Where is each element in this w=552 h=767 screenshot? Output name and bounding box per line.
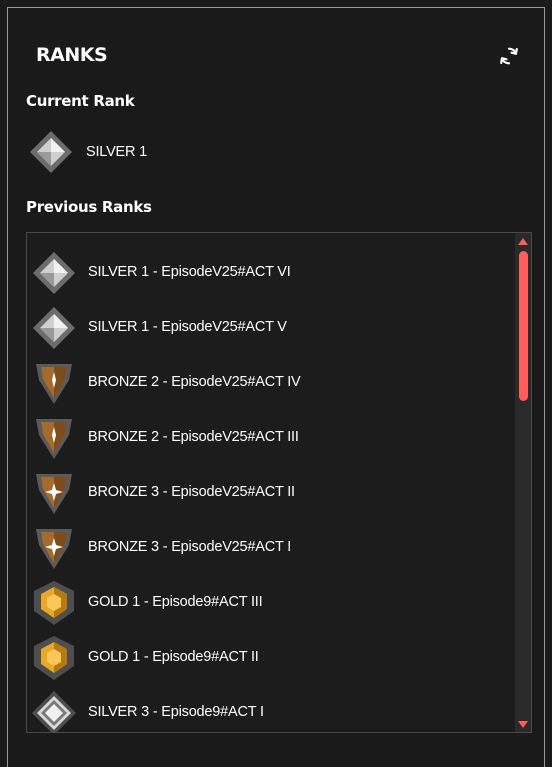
list-item-label: SILVER 1 - EpisodeV25#ACT V — [88, 319, 287, 335]
gold-rank-icon — [34, 636, 74, 680]
list-item: BRONZE 2 - EpisodeV25#ACT IV — [27, 358, 515, 413]
current-rank-title: Current Rank — [26, 92, 135, 110]
list-item: BRONZE 2 - EpisodeV25#ACT III — [27, 413, 515, 468]
silver-rank-icon — [30, 131, 72, 173]
list-item-label: BRONZE 3 - EpisodeV25#ACT I — [88, 539, 292, 555]
silver-rank-icon — [33, 252, 75, 294]
list-item: GOLD 1 - Episode9#ACT II — [27, 633, 515, 688]
list-item-label: GOLD 1 - Episode9#ACT III — [88, 594, 263, 610]
gold-rank-icon — [34, 581, 74, 625]
bronze-rank-icon — [36, 364, 72, 404]
previous-ranks-title: Previous Ranks — [26, 198, 152, 216]
list-item: SILVER 3 - Episode9#ACT I — [27, 688, 515, 732]
bronze-rank-icon — [36, 474, 72, 514]
list-item: BRONZE 3 - EpisodeV25#ACT II — [27, 468, 515, 523]
panel-header: RANKS — [36, 44, 544, 68]
scroll-up-icon[interactable] — [518, 238, 528, 245]
list-item: BRONZE 3 - EpisodeV25#ACT I — [27, 523, 515, 578]
list-item-label: BRONZE 3 - EpisodeV25#ACT II — [88, 484, 295, 500]
scrollbar-thumb[interactable] — [519, 251, 528, 401]
list-item-label: SILVER 3 - Episode9#ACT I — [88, 704, 264, 720]
list-item-label: BRONZE 2 - EpisodeV25#ACT III — [88, 429, 299, 445]
scrollbar[interactable] — [515, 233, 531, 732]
current-rank: SILVER 1 — [28, 129, 428, 183]
bronze-rank-icon — [36, 419, 72, 459]
list-item-label: SILVER 1 - EpisodeV25#ACT VI — [88, 264, 291, 280]
list-item: GOLD 1 - Episode9#ACT III — [27, 578, 515, 633]
silver-rank-icon — [33, 307, 75, 349]
scroll-down-icon[interactable] — [518, 721, 528, 728]
list-item: SILVER 1 - EpisodeV25#ACT VI — [27, 248, 515, 303]
list-item-label: GOLD 1 - Episode9#ACT II — [88, 649, 259, 665]
previous-ranks-list[interactable]: SILVER 1 - EpisodeV25#ACT VI SILVER 1 - … — [26, 232, 532, 733]
current-rank-label: SILVER 1 — [86, 144, 147, 160]
list-item-label: BRONZE 2 - EpisodeV25#ACT IV — [88, 374, 301, 390]
silver-rank-icon — [32, 691, 76, 732]
app-logo: RANKS — [36, 44, 108, 66]
refresh-icon[interactable] — [498, 45, 520, 67]
list-item: SILVER 1 - EpisodeV25#ACT V — [27, 303, 515, 358]
bronze-rank-icon — [36, 529, 72, 569]
ranks-panel: RANKS Current Rank SILVER 1 Previous Ran… — [7, 7, 545, 767]
